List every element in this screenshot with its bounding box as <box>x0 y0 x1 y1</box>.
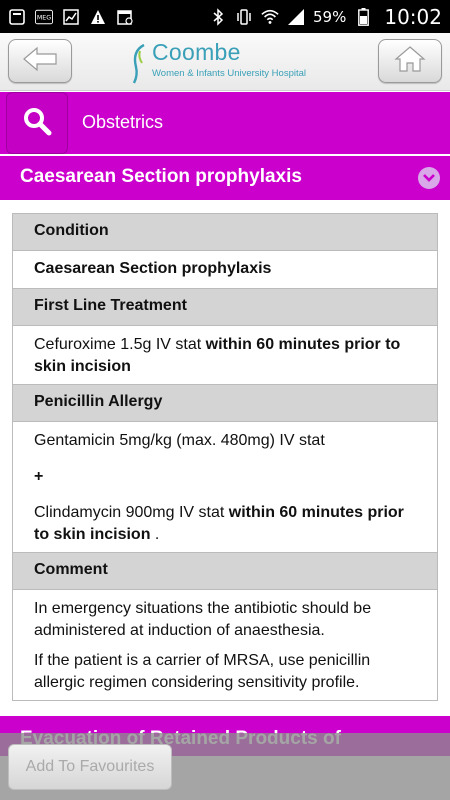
svg-text:MEG: MEG <box>37 14 51 21</box>
home-icon <box>394 45 426 77</box>
bottom-bar: Add To Favourites <box>0 733 450 800</box>
comment-cell: In emergency situations the antibiotic s… <box>13 590 437 700</box>
warning-icon <box>89 8 107 26</box>
chevron-down-icon[interactable] <box>418 167 440 189</box>
battery-percent: 59% <box>313 7 347 26</box>
first-line-cell: Cefuroxime 1.5g IV stat within 60 minute… <box>13 326 437 385</box>
chart-icon <box>62 8 80 26</box>
logo-subtitle: Women & Infants University Hospital <box>152 68 306 79</box>
first-line-header: First Line Treatment <box>13 289 437 326</box>
vibrate-icon <box>235 8 253 26</box>
search-button[interactable] <box>6 92 68 154</box>
first-line-text: Cefuroxime 1.5g IV stat <box>34 336 206 353</box>
search-icon <box>22 106 52 140</box>
allergy-line2-text: Clindamycin 900mg IV stat <box>34 504 229 521</box>
signal-icon <box>287 8 305 26</box>
meg-icon: MEG <box>35 8 53 26</box>
accordion-header[interactable]: Caesarean Section prophylaxis <box>0 156 450 200</box>
section-title: Obstetrics <box>82 112 164 132</box>
notification-icon <box>8 8 26 26</box>
wifi-icon <box>261 8 279 26</box>
allergy-line2: Clindamycin 900mg IV stat within 60 minu… <box>34 502 416 546</box>
calendar-icon <box>116 8 134 26</box>
comment-para1: In emergency situations the antibiotic s… <box>34 600 372 639</box>
allergy-plus: + <box>34 468 44 485</box>
back-button[interactable] <box>8 39 72 83</box>
logo-mark-icon <box>132 43 145 84</box>
status-bar: MEG 59% 10:02 <box>0 0 450 33</box>
back-arrow-icon <box>22 46 58 76</box>
allergy-header: Penicillin Allergy <box>13 385 437 422</box>
app-header: Coombe Women & Infants University Hospit… <box>0 33 450 91</box>
condition-value: Caesarean Section prophylaxis <box>13 251 437 289</box>
comment-para2: If the patient is a carrier of MRSA, use… <box>34 652 371 691</box>
accordion-title: Caesarean Section prophylaxis <box>20 166 302 187</box>
prophylaxis-table: Condition Caesarean Section prophylaxis … <box>12 213 438 701</box>
allergy-line2-end: . <box>150 526 160 543</box>
allergy-cell: Gentamicin 5mg/kg (max. 480mg) IV stat +… <box>13 422 437 553</box>
coombe-logo: Coombe Women & Infants University Hospit… <box>130 39 330 85</box>
add-to-favourites-button[interactable]: Add To Favourites <box>8 744 172 790</box>
clock: 10:02 <box>384 4 442 29</box>
condition-header: Condition <box>13 214 437 251</box>
battery-icon <box>354 7 372 26</box>
logo-name: Coombe <box>152 39 241 65</box>
home-button[interactable] <box>378 39 442 83</box>
bluetooth-icon <box>209 7 227 26</box>
allergy-line1: Gentamicin 5mg/kg (max. 480mg) IV stat <box>34 432 325 449</box>
section-bar: Obstetrics <box>0 92 450 154</box>
comment-header: Comment <box>13 553 437 590</box>
